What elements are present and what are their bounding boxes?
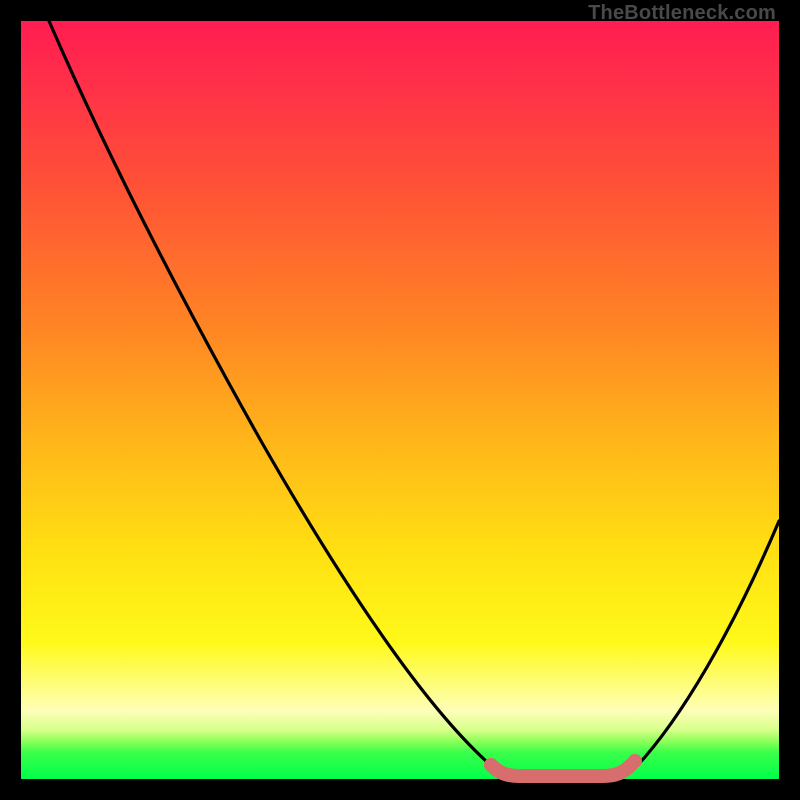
chart-frame: TheBottleneck.com <box>0 0 800 800</box>
optimal-region-marker <box>491 765 631 776</box>
watermark-text: TheBottleneck.com <box>588 2 776 25</box>
optimal-end-dot <box>628 754 642 768</box>
chart-svg <box>21 21 779 779</box>
bottleneck-curve <box>49 21 779 777</box>
